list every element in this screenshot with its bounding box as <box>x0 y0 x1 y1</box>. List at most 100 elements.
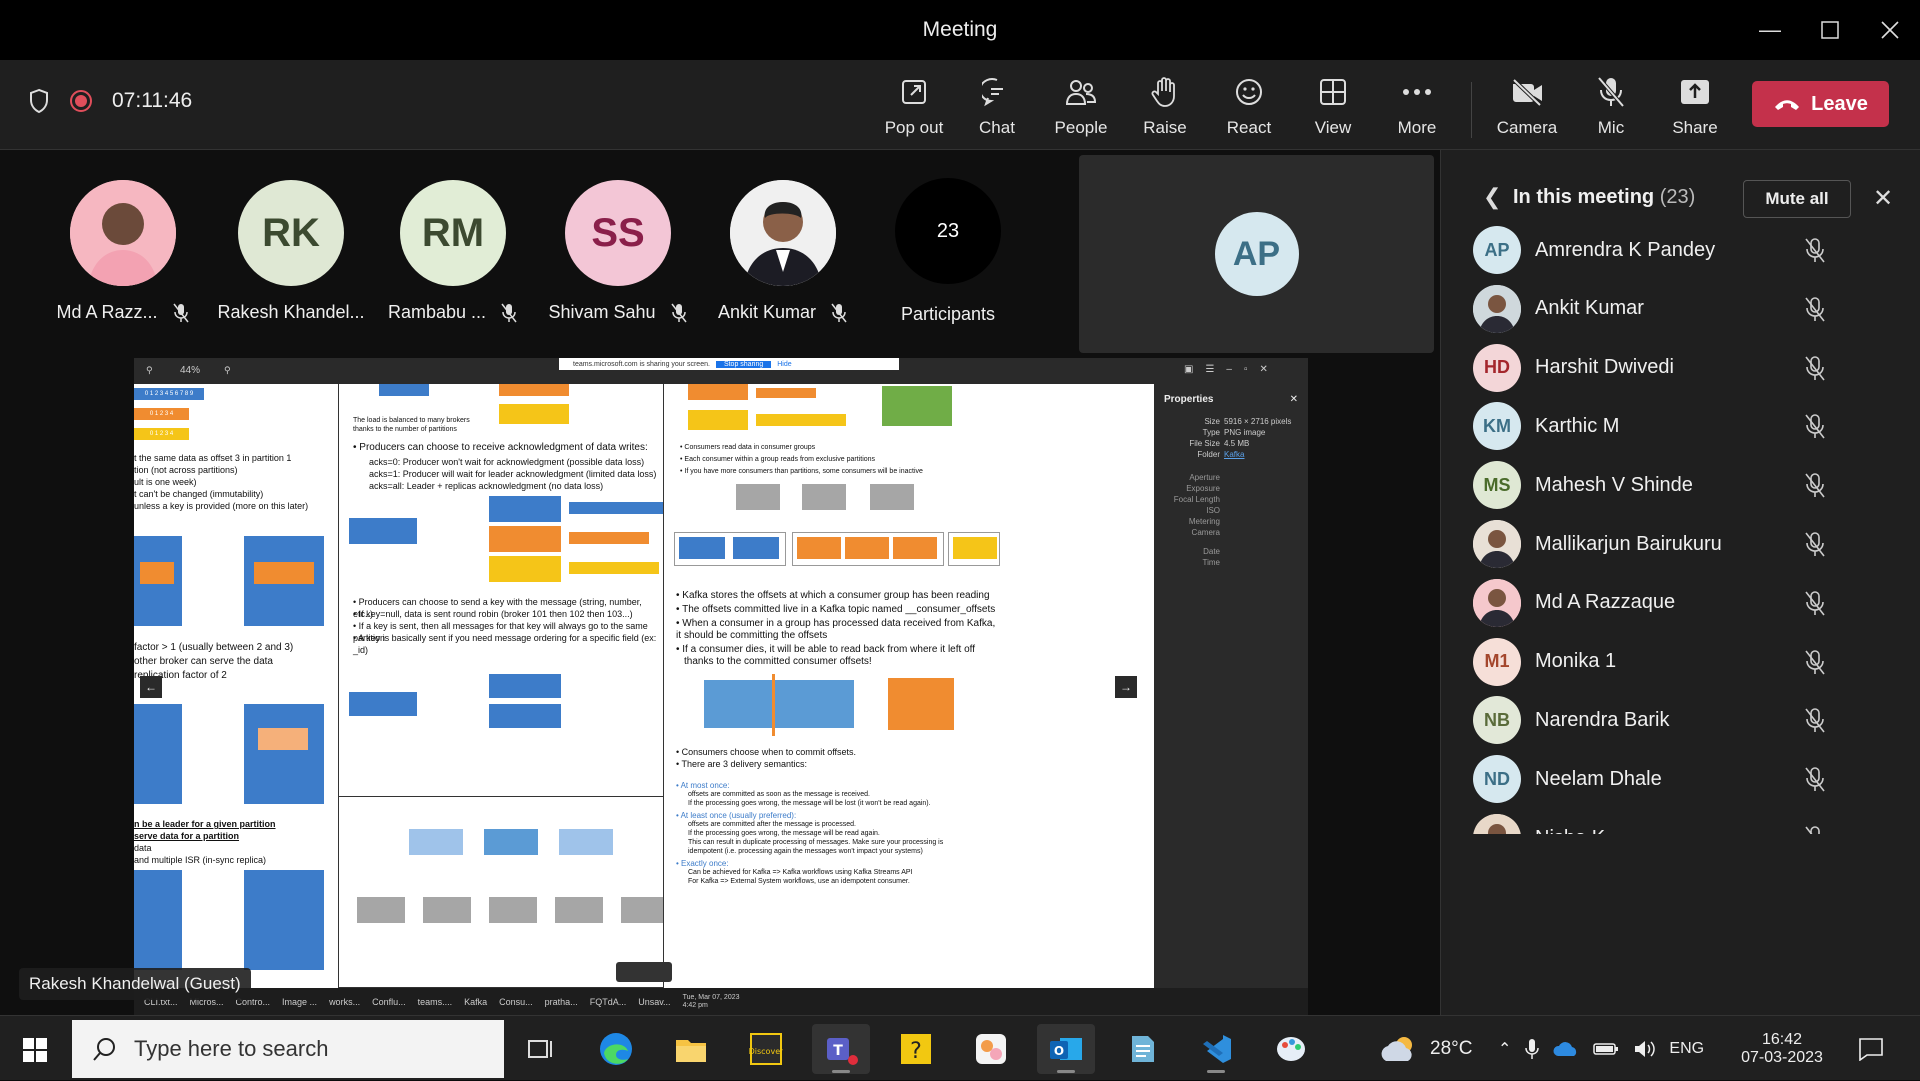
previous-image-button[interactable]: ← <box>140 676 162 698</box>
slide-text: t the same data as offset 3 in partition… <box>134 453 292 463</box>
notifications-icon[interactable] <box>1858 1016 1884 1081</box>
avatar <box>70 180 176 286</box>
mic-off-icon[interactable] <box>1803 649 1827 675</box>
svg-text:O: O <box>1054 1044 1064 1058</box>
kafka-broker-box <box>621 897 663 923</box>
weather-widget[interactable]: 28°C <box>1378 1016 1472 1081</box>
next-image-button[interactable]: → <box>1115 676 1137 698</box>
mic-off-icon[interactable] <box>1803 296 1827 322</box>
windows-start-icon[interactable] <box>12 1030 58 1070</box>
mic-off-icon[interactable] <box>1803 766 1827 792</box>
partition-box <box>254 562 314 584</box>
notepad-icon[interactable] <box>1112 1024 1170 1074</box>
participant-tile[interactable]: RK Rakesh Khandel... <box>216 180 366 323</box>
people-button[interactable]: People <box>1039 72 1123 154</box>
slide-text: offsets are committed after the message … <box>688 821 856 828</box>
mic-off-icon <box>172 303 189 322</box>
avatar <box>1473 814 1521 834</box>
help-icon[interactable]: ? <box>887 1024 945 1074</box>
avatar <box>1473 284 1521 333</box>
mic-off-icon[interactable] <box>1803 355 1827 381</box>
mic-off-icon[interactable] <box>1803 825 1827 834</box>
mic-off-icon[interactable] <box>1803 472 1827 498</box>
consumer-group-box <box>888 678 954 730</box>
paint-icon[interactable] <box>1262 1024 1320 1074</box>
broker-box <box>244 870 324 970</box>
slide-text: • Each consumer within a group reads fro… <box>680 456 876 463</box>
image-nav-pill[interactable] <box>616 962 672 982</box>
view-button[interactable]: View <box>1291 72 1375 146</box>
battery-icon[interactable] <box>1593 1042 1619 1056</box>
more-icon <box>1402 72 1432 112</box>
share-button[interactable]: Share <box>1653 72 1737 146</box>
slide-text: unless a key is provided (more on this l… <box>134 501 309 511</box>
partition-box <box>870 484 914 510</box>
participant-tile[interactable]: RM Rambabu ... <box>378 180 528 323</box>
clock[interactable]: 16:42 07-03-2023 <box>1732 1016 1832 1081</box>
self-video-tile: AP <box>1079 155 1434 353</box>
image-viewer-toolbar: ⚲ 44% ⚲ teams.microsoft.com is sharing y… <box>134 358 1308 384</box>
mic-off-icon[interactable] <box>1803 531 1827 557</box>
onedrive-icon[interactable] <box>1553 1040 1579 1058</box>
vscode-icon[interactable] <box>1187 1024 1245 1074</box>
broker-box <box>489 674 561 698</box>
slide-text: If the processing goes wrong, the messag… <box>688 800 931 807</box>
react-button[interactable]: React <box>1207 72 1291 146</box>
teams-icon[interactable]: T <box>812 1024 870 1074</box>
producer-box <box>349 692 417 716</box>
file-explorer-icon[interactable] <box>662 1024 720 1074</box>
slide-text: and multiple ISR (in-sync replica) <box>134 855 267 865</box>
slide-text: For Kafka => External System workflows, … <box>688 878 910 885</box>
pop-out-button[interactable]: Pop out <box>872 72 956 146</box>
discover-icon[interactable]: Discover <box>737 1024 795 1074</box>
minimize-icon[interactable]: — <box>1740 0 1800 60</box>
react-icon <box>1234 72 1264 112</box>
partition-box: 0 1 2 3 4 5 6 7 8 9 <box>134 388 204 400</box>
slide-text: thanks to the committed consumer offsets… <box>684 656 872 667</box>
participant-name: Md A Razzaque <box>1535 591 1676 614</box>
leave-button[interactable]: Leave <box>1752 81 1889 127</box>
partition-box <box>802 484 846 510</box>
windows-taskbar: Type here to search Discover T ? O 28°C … <box>0 1015 1920 1080</box>
participant-row[interactable]: Nisha K <box>1441 802 1920 834</box>
language-indicator[interactable]: ENG <box>1669 1040 1704 1058</box>
mic-off-icon[interactable] <box>1803 707 1827 733</box>
slide-text: Can be achieved for Kafka => Kafka workf… <box>688 869 913 876</box>
mic-icon[interactable] <box>1525 1038 1540 1060</box>
avatar: M1 <box>1473 637 1521 686</box>
chat-button[interactable]: Chat <box>955 72 1039 146</box>
photos-icon[interactable] <box>962 1024 1020 1074</box>
mic-off-icon <box>501 303 517 322</box>
mic-button[interactable]: Mic <box>1569 72 1653 146</box>
people-panel: ❮ In this meeting (23) Mute all ✕ AP Amre… <box>1440 150 1920 1015</box>
task-view-icon[interactable] <box>512 1024 570 1074</box>
participant-tile[interactable]: Md A Razz... <box>48 180 198 323</box>
edge-icon[interactable] <box>587 1024 645 1074</box>
consumer-group-box <box>792 532 944 566</box>
maximize-icon[interactable] <box>1800 0 1860 60</box>
volume-icon[interactable] <box>1633 1039 1656 1059</box>
participant-tile[interactable]: Ankit Kumar <box>708 180 858 323</box>
slide-text: should be committing the offsets <box>684 630 828 641</box>
participants-overflow-tile[interactable]: 23 Participants <box>873 178 1023 325</box>
participant-name: Mallikarjun Bairukuru <box>1535 532 1722 555</box>
mic-off-icon[interactable] <box>1803 413 1827 439</box>
title-bar: Meeting — <box>0 0 1920 60</box>
slide-text: n be a leader for a given partition <box>134 819 276 829</box>
raise-hand-button[interactable]: Raise <box>1123 72 1207 146</box>
mic-off-icon[interactable] <box>1803 237 1827 263</box>
slide-text: serve data for a partition <box>134 831 240 841</box>
chevron-up-icon[interactable]: ⌃ <box>1498 1039 1511 1059</box>
camera-button[interactable]: Camera <box>1485 72 1569 146</box>
broker-box <box>489 704 561 728</box>
outlook-icon[interactable]: O <box>1037 1024 1095 1074</box>
close-icon[interactable] <box>1860 0 1920 60</box>
slide-text: acks=0: Producer won't wait for acknowle… <box>369 457 645 467</box>
mic-off-icon <box>670 303 687 322</box>
more-button[interactable]: More <box>1375 72 1459 146</box>
mic-off-icon[interactable] <box>1803 590 1827 616</box>
consumer-box <box>845 537 889 559</box>
participant-tile[interactable]: SS Shivam Sahu <box>543 180 693 323</box>
taskbar-search[interactable]: Type here to search <box>72 1020 504 1078</box>
slide-text: other broker can serve the data <box>134 656 273 667</box>
